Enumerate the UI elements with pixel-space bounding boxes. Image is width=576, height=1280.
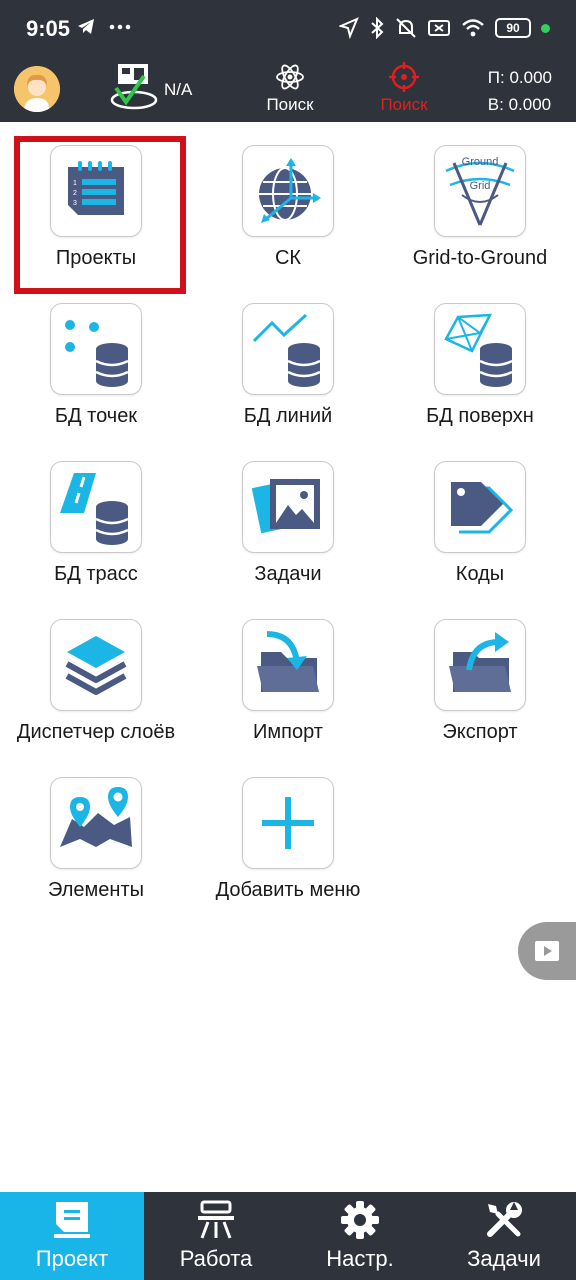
sim-off-icon [428, 20, 450, 36]
menu-item-label: Добавить меню [215, 879, 361, 901]
codes-tag-icon [451, 482, 514, 534]
wifi-icon [462, 19, 484, 37]
menu-item-export[interactable]: Экспорт [384, 596, 576, 754]
nav-label: Настр. [326, 1246, 394, 1271]
video-play-icon [535, 941, 559, 961]
tools-wrench-screwdriver-icon [487, 1202, 522, 1237]
menu-item-layer-manager[interactable]: Диспетчер слоёв [0, 596, 192, 754]
menu-item-codes[interactable]: Коды [384, 438, 576, 596]
menu-item-label: Экспорт [442, 721, 518, 743]
coord-p: П: 0.000 [487, 68, 552, 87]
tasks-picture-icon [252, 478, 320, 534]
svg-text:1: 1 [73, 180, 77, 187]
menu-item-label: Импорт [253, 721, 323, 743]
search-button[interactable]: Поиск [245, 62, 335, 118]
points-database-icon [65, 320, 129, 387]
menu-item-lines-db[interactable]: БД линий [192, 280, 384, 438]
export-folder-icon [449, 632, 511, 692]
bottom-navigation: Проект Работа Настр. Задачи [0, 1192, 576, 1280]
nav-label: Работа [179, 1246, 253, 1271]
nav-label: Задачи [467, 1246, 541, 1271]
menu-item-label: БД поверхн [426, 405, 534, 427]
gear-icon [341, 1201, 379, 1239]
menu-item-label: СК [274, 247, 302, 269]
svg-text:2: 2 [73, 190, 77, 197]
menu-item-projects[interactable]: 1 2 3 Проекты [0, 122, 192, 280]
floating-video-button[interactable] [518, 922, 576, 980]
menu-item-label: БД трасс [54, 563, 138, 585]
coordinates-readout: П: 0.000 В: 0.000 [488, 64, 552, 118]
menu-item-points-db[interactable]: БД точек [0, 280, 192, 438]
menu-item-tasks[interactable]: Задачи [192, 438, 384, 596]
rover-status-text: N/A [164, 80, 193, 99]
privacy-dot [541, 23, 550, 33]
projects-notebook-icon: 1 2 3 [68, 161, 124, 215]
menu-item-label: БД линий [243, 405, 333, 427]
surface-database-icon [444, 313, 513, 387]
ground-text: Ground [462, 156, 499, 168]
app-header: N/A Поиск Поиск П: 0.000 В: 0.000 [0, 58, 576, 122]
user-avatar[interactable] [14, 66, 60, 112]
status-bar: 9:05 90 [0, 0, 576, 58]
battery-indicator: 90 [495, 18, 531, 38]
status-time: 9:05 [26, 16, 71, 41]
lines-database-icon [252, 313, 321, 387]
nav-label: Проект [35, 1246, 109, 1271]
svg-text:3: 3 [73, 200, 77, 207]
nav-tab-work[interactable]: Работа [144, 1192, 288, 1280]
add-plus-icon [262, 797, 314, 849]
location-arrow-icon [339, 17, 359, 39]
more-dots-icon [109, 24, 131, 30]
menu-item-label: БД точек [54, 405, 138, 427]
road-database-icon [60, 473, 129, 545]
grid-to-ground-icon: Ground Grid [445, 156, 515, 226]
menu-item-surface-db[interactable]: БД поверхн [384, 280, 576, 438]
target-search-button[interactable]: Поиск [359, 62, 449, 118]
menu-item-roads-db[interactable]: БД трасс [0, 438, 192, 596]
mute-icon [396, 18, 416, 38]
survey-tripod-icon [198, 1200, 234, 1239]
grid-text: Grid [470, 180, 491, 192]
menu-item-elements[interactable]: Элементы [0, 754, 192, 912]
menu-item-label: Grid-to-Ground [412, 247, 548, 269]
search-label: Поиск [266, 95, 314, 114]
target-search-label: Поиск [380, 95, 428, 114]
bluetooth-icon [371, 17, 384, 39]
nav-tab-settings[interactable]: Настр. [288, 1192, 432, 1280]
project-document-icon [54, 1202, 90, 1238]
crosshair-icon [389, 62, 419, 92]
menu-item-label: Задачи [254, 563, 322, 585]
telegram-icon [78, 19, 94, 34]
coord-v: В: 0.000 [487, 95, 552, 114]
menu-item-label: Коды [455, 563, 505, 585]
menu-item-label: Элементы [48, 879, 144, 901]
rover-status-icon[interactable] [108, 62, 164, 114]
import-folder-icon [257, 631, 319, 692]
app-screen: 9:05 90 N/A Поиск Поиск П: 0.000 В: 0.00… [0, 0, 576, 1280]
menu-item-import[interactable]: Импорт [192, 596, 384, 754]
menu-item-label: Диспетчер слоёв [16, 721, 176, 743]
menu-item-label: Проекты [55, 247, 137, 269]
nav-tab-project[interactable]: Проект [0, 1192, 144, 1280]
map-elements-icon [60, 787, 132, 847]
coordinate-system-globe-icon [259, 158, 321, 223]
avatar-icon [14, 66, 60, 112]
menu-item-add-menu[interactable]: Добавить меню [192, 754, 384, 912]
nav-tab-tasks[interactable]: Задачи [432, 1192, 576, 1280]
layers-icon [65, 636, 127, 695]
menu-item-grid-to-ground[interactable]: Ground Grid Grid-to-Ground [384, 122, 576, 280]
menu-item-coordinate-system[interactable]: СК [192, 122, 384, 280]
atom-icon [276, 64, 304, 90]
